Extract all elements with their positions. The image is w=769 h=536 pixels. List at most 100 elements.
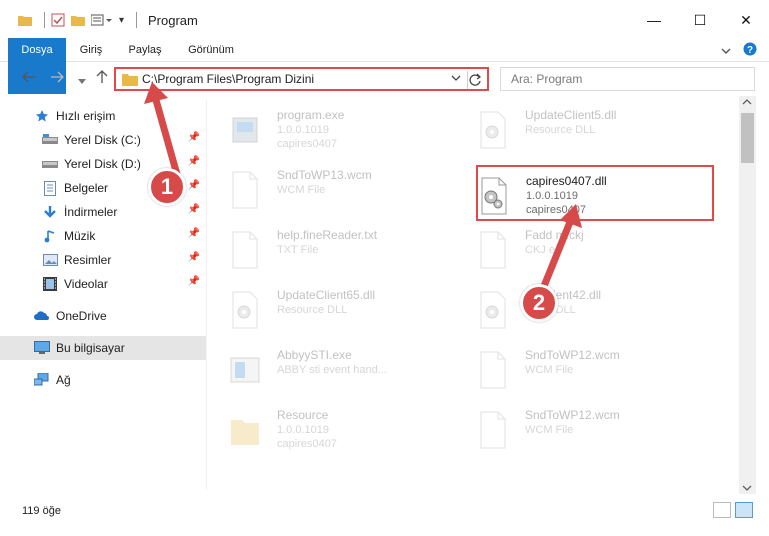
close-button[interactable]: ✕	[723, 0, 769, 40]
file-detail: ABBY sti event hand...	[277, 364, 387, 376]
highlight-box	[476, 165, 714, 221]
computer-icon	[34, 340, 50, 356]
file-item-abbyysti-exe[interactable]: AbbyySTI.exe ABBY sti event hand...	[207, 340, 447, 396]
new-folder-icon[interactable]	[71, 14, 85, 26]
sidebar-item-music[interactable]: Müzik 📌	[0, 224, 206, 248]
file-name: AbbyySTI.exe	[277, 348, 352, 362]
help-icon[interactable]: ?	[743, 42, 757, 59]
sidebar-item-label: Belgeler	[64, 181, 109, 195]
pin-icon[interactable]: 📌	[188, 228, 200, 239]
search-input[interactable]: Ara: Program	[511, 72, 582, 86]
file-item-help-finereader-txt[interactable]: help.fineReader.txt TXT File	[207, 220, 447, 276]
minimize-button[interactable]: —	[631, 0, 677, 40]
sidebar-item-label: Resimler	[64, 253, 112, 267]
file-name: UpdateClient65.dll	[277, 288, 376, 302]
sidebar-item-videos[interactable]: Videolar 📌	[0, 272, 206, 296]
chevron-down-icon[interactable]	[451, 71, 461, 88]
sidebar-item-onedrive[interactable]: OneDrive	[0, 304, 206, 328]
exe-icon	[229, 110, 261, 150]
sidebar-item-label: İndirmeler	[64, 205, 118, 219]
step-badge-1: 1	[148, 168, 186, 206]
pin-icon[interactable]: 📌	[188, 252, 200, 263]
sidebar-item-pictures[interactable]: Resimler 📌	[0, 248, 206, 272]
sidebar-item-label: Bu bilgisayar	[56, 341, 125, 355]
ribbon-controls: ?	[721, 42, 757, 59]
scroll-down-icon[interactable]	[742, 484, 752, 495]
details-view-button[interactable]	[713, 502, 731, 518]
sidebar-item-label: Yerel Disk (C:)	[64, 133, 141, 147]
file-detail: 1.0.0.1019	[277, 124, 329, 136]
dll-icon	[477, 290, 509, 330]
sidebar-item-this-pc[interactable]: Bu bilgisayar	[0, 336, 206, 360]
back-arrow-icon[interactable]	[22, 70, 36, 86]
file-detail: WCM File	[525, 364, 574, 376]
file-detail: Resource DLL	[525, 124, 596, 136]
tab-paylas[interactable]: Paylaş	[122, 38, 168, 62]
file-detail: TXT File	[277, 244, 319, 256]
file-icon	[477, 230, 509, 270]
title-divider	[136, 12, 138, 28]
forward-arrow-icon[interactable]	[50, 70, 64, 86]
file-item-updateclient65-dll[interactable]: UpdateClient65.dll Resource DLL	[207, 280, 447, 336]
file-list: program.exe 1.0.0.1019 capires0407 Updat…	[207, 100, 739, 490]
sidebar-item-label: Hızlı erişim	[56, 109, 116, 123]
scroll-up-icon[interactable]	[742, 98, 752, 109]
file-icon	[477, 410, 509, 450]
folder-icon[interactable]	[18, 14, 32, 26]
pictures-icon	[42, 252, 58, 268]
file-name: UpdateClient5.dll	[525, 108, 617, 122]
disk-icon	[42, 156, 58, 172]
expand-ribbon-icon[interactable]	[721, 44, 731, 58]
search-box[interactable]: Ara: Program	[500, 67, 755, 91]
sidebar-item-label: OneDrive	[56, 309, 107, 323]
title-bar: ▾ Program — ☐ ✕	[0, 0, 769, 40]
file-detail: capires0407	[277, 138, 337, 150]
file-detail: WCM File	[525, 424, 574, 436]
status-bar: 119 öğe	[0, 496, 769, 536]
file-name: SndToWP13.wcm	[277, 168, 372, 182]
file-item-resource[interactable]: Resource 1.0.0.1019 capires0407	[207, 400, 447, 456]
maximize-button[interactable]: ☐	[677, 0, 723, 40]
chevron-down-icon[interactable]: ▾	[119, 15, 124, 26]
file-item-sndtowp12-wcm-2[interactable]: SndToWP12.wcm WCM File	[455, 400, 695, 456]
step-badge-2: 2	[520, 284, 558, 322]
file-icon	[229, 230, 261, 270]
pin-icon[interactable]: 📌	[188, 276, 200, 287]
item-count: 119 öğe	[22, 505, 61, 517]
refresh-icon[interactable]	[467, 71, 483, 92]
cloud-icon	[34, 308, 50, 324]
sidebar-item-label: Müzik	[64, 229, 96, 243]
tab-gorunum[interactable]: Görünüm	[182, 38, 240, 62]
svg-text:?: ?	[747, 45, 753, 56]
folder-icon	[122, 72, 138, 89]
file-name: SndToWP12.wcm	[525, 348, 620, 362]
tab-giris[interactable]: Giriş	[72, 38, 110, 62]
quick-access-toolbar: ▾	[0, 0, 143, 40]
view-switcher	[713, 502, 753, 518]
dll-icon	[477, 110, 509, 150]
music-icon	[42, 228, 58, 244]
network-icon	[34, 372, 50, 388]
file-item-sndtowp12-wcm[interactable]: SndToWP12.wcm WCM File	[455, 340, 695, 396]
file-name: program.exe	[277, 108, 345, 122]
file-item-updateclient5-dll[interactable]: UpdateClient5.dll Resource DLL	[455, 100, 695, 156]
properties-icon[interactable]	[51, 13, 65, 27]
videos-icon	[42, 276, 58, 292]
pin-icon[interactable]: 📌	[188, 204, 200, 215]
file-name: Resource	[277, 408, 329, 422]
sidebar-item-network[interactable]: Ağ	[0, 368, 206, 392]
sidebar-item-label: Yerel Disk (D:)	[64, 157, 141, 171]
file-item-program-exe[interactable]: program.exe 1.0.0.1019 capires0407	[207, 100, 447, 156]
scrollbar-thumb[interactable]	[741, 113, 754, 163]
customize-toolbar-icon[interactable]	[91, 14, 113, 26]
app-icon	[229, 350, 261, 390]
up-arrow-icon[interactable]	[96, 70, 108, 87]
file-item-sndtowp13-wcm[interactable]: SndToWP13.wcm WCM File	[207, 160, 447, 216]
file-name: SndToWP12.wcm	[525, 408, 620, 422]
recent-locations-icon[interactable]	[78, 72, 86, 88]
ribbon: Dosya Giriş Paylaş Görünüm ?	[0, 38, 769, 94]
large-icons-view-button[interactable]	[735, 502, 753, 518]
download-icon	[42, 204, 58, 220]
documents-icon	[42, 180, 58, 196]
sidebar-item-label: Ağ	[56, 373, 71, 387]
